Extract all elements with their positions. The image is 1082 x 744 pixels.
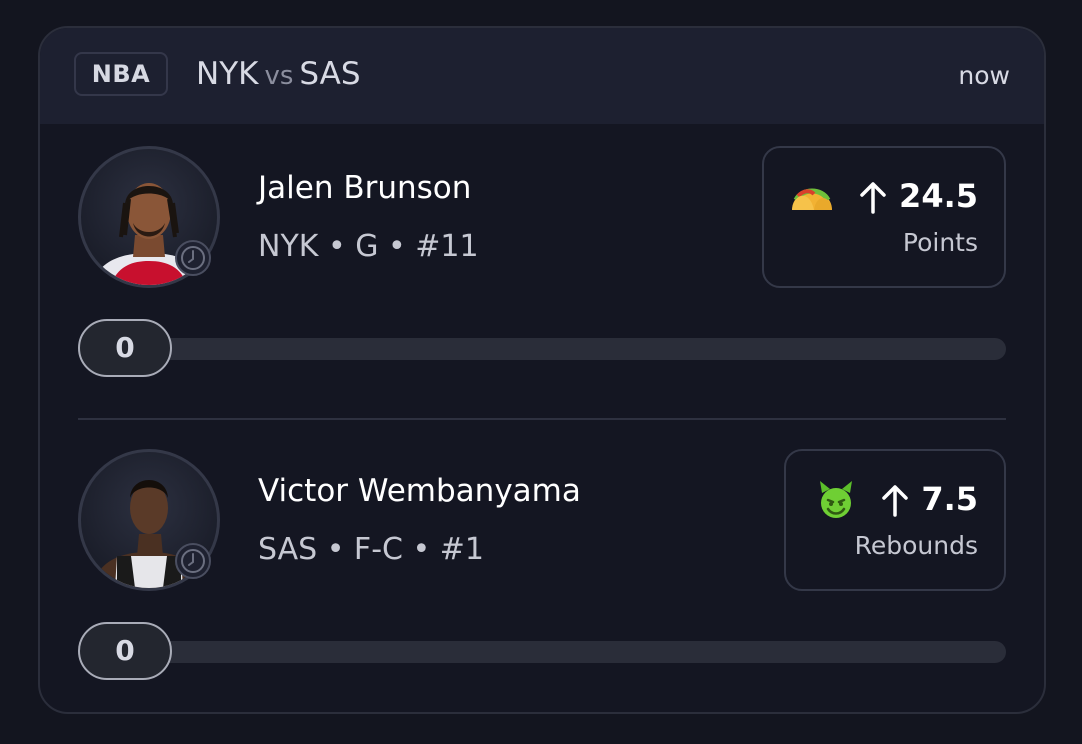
- clock-icon: [175, 240, 211, 276]
- green-devil-emoji-icon: [820, 481, 852, 518]
- progress-track: [78, 641, 1006, 663]
- stat-line-box[interactable]: 7.5 Rebounds: [784, 449, 1006, 591]
- card-header: NBA NYK vs SAS now: [40, 28, 1044, 124]
- game-time: now: [958, 61, 1010, 90]
- clock-icon: [175, 543, 211, 579]
- matchup-title: NYK vs SAS: [196, 54, 361, 96]
- up-arrow-icon: [882, 485, 908, 517]
- progress-value: 0: [78, 622, 172, 680]
- league-badge: NBA: [74, 52, 168, 96]
- divider: [78, 418, 1006, 420]
- player-name: Victor Wembanyama: [258, 473, 581, 509]
- stat-category: Points: [902, 228, 978, 257]
- prop-card[interactable]: NBA NYK vs SAS now Jalen Brunson NYK • G •…: [38, 26, 1046, 714]
- player-name: Jalen Brunson: [258, 170, 472, 206]
- stat-line-box[interactable]: 24.5 Points: [762, 146, 1006, 288]
- player-meta: NYK • G • #11: [258, 229, 479, 264]
- player-row[interactable]: Victor Wembanyama SAS • F-C • #1 7.5 Reb…: [40, 427, 1044, 687]
- player-meta: SAS • F-C • #1: [258, 532, 484, 567]
- away-team: SAS: [299, 56, 361, 92]
- vs-label: vs: [264, 61, 294, 91]
- stat-line-value: 24.5: [899, 177, 978, 215]
- up-arrow-icon: [860, 182, 886, 214]
- stat-line-value: 7.5: [921, 480, 978, 518]
- home-team: NYK: [196, 56, 259, 92]
- progress-value: 0: [78, 319, 172, 377]
- taco-emoji-icon: [792, 188, 832, 210]
- player-row[interactable]: Jalen Brunson NYK • G • #11 24.5 Points …: [40, 124, 1044, 384]
- stat-category: Rebounds: [854, 531, 978, 560]
- progress-track: [78, 338, 1006, 360]
